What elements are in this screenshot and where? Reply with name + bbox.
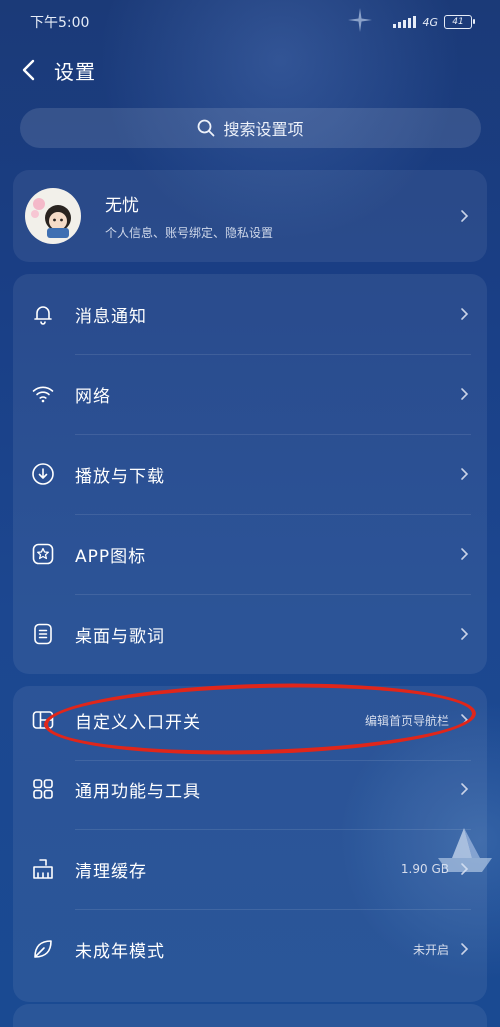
wifi-icon (32, 386, 54, 403)
chevron-right-icon (461, 468, 469, 480)
chevron-right-icon (461, 210, 469, 222)
settings-item-desktop-lyrics[interactable]: 桌面与歌词 (13, 594, 487, 674)
chevron-right-icon (461, 308, 469, 320)
download-icon (32, 463, 54, 485)
settings-item-playback-download[interactable]: 播放与下载 (13, 434, 487, 514)
settings-item-label: 播放与下载 (75, 466, 165, 487)
settings-item-app-icon[interactable]: APP图标 (13, 514, 487, 594)
back-button[interactable] (12, 54, 44, 86)
settings-item-network[interactable]: 网络 (13, 354, 487, 434)
settings-item-label: 通用功能与工具 (75, 781, 201, 802)
battery-icon: 41 (444, 15, 475, 29)
chevron-right-icon (461, 548, 469, 560)
status-indicators: 4G 41 (393, 15, 475, 29)
broom-icon (33, 859, 53, 879)
profile-name: 无忧 (105, 196, 139, 216)
profile-subtitle: 个人信息、账号绑定、隐私设置 (105, 226, 274, 240)
app-icon-icon (32, 543, 54, 565)
signal-icon (393, 16, 417, 28)
settings-item-label: 网络 (75, 386, 111, 407)
settings-item-clear-cache[interactable]: 清理缓存 1.90 GB (13, 829, 487, 909)
page-header: 设置 (0, 48, 500, 92)
settings-item-label: 消息通知 (75, 306, 147, 327)
bell-icon (34, 306, 52, 325)
grid-icon (33, 779, 53, 799)
profile-info: 无忧 个人信息、账号绑定、隐私设置 (105, 191, 459, 241)
chevron-right-icon (461, 943, 469, 955)
status-bar: 下午5:00 4G 41 (0, 0, 500, 44)
search-input[interactable]: 搜索设置项 (20, 108, 481, 148)
paper-boat-icon (438, 828, 492, 872)
profile-card[interactable]: 无忧 个人信息、账号绑定、隐私设置 (13, 170, 487, 262)
settings-item-common-tools[interactable]: 通用功能与工具 (13, 749, 487, 829)
chevron-right-icon (461, 628, 469, 640)
network-type: 4G (422, 15, 438, 29)
settings-group-next (13, 1004, 487, 1027)
lyrics-icon (34, 623, 52, 645)
battery-level: 41 (452, 17, 464, 27)
search-placeholder: 搜索设置项 (223, 120, 304, 139)
settings-item-notifications[interactable]: 消息通知 (13, 274, 487, 354)
chevron-left-icon (22, 59, 35, 81)
settings-item-value: 未开启 (412, 942, 449, 957)
page-title: 设置 (54, 59, 96, 84)
avatar (25, 188, 81, 244)
sparkle-icon (348, 8, 372, 32)
chevron-right-icon (461, 783, 469, 795)
leaf-icon (34, 940, 52, 958)
settings-item-label: 桌面与歌词 (75, 626, 165, 647)
status-time: 下午5:00 (30, 15, 90, 31)
settings-item-label: 清理缓存 (75, 861, 147, 882)
settings-item-label: APP图标 (75, 546, 147, 567)
search-icon (198, 119, 215, 137)
settings-item-minor-mode[interactable]: 未成年模式 未开启 (13, 909, 487, 989)
settings-group-general: 消息通知 网络 播放与下载 APP图标 桌面与歌词 (13, 274, 487, 674)
settings-item-label: 未成年模式 (75, 941, 165, 962)
chevron-right-icon (461, 388, 469, 400)
